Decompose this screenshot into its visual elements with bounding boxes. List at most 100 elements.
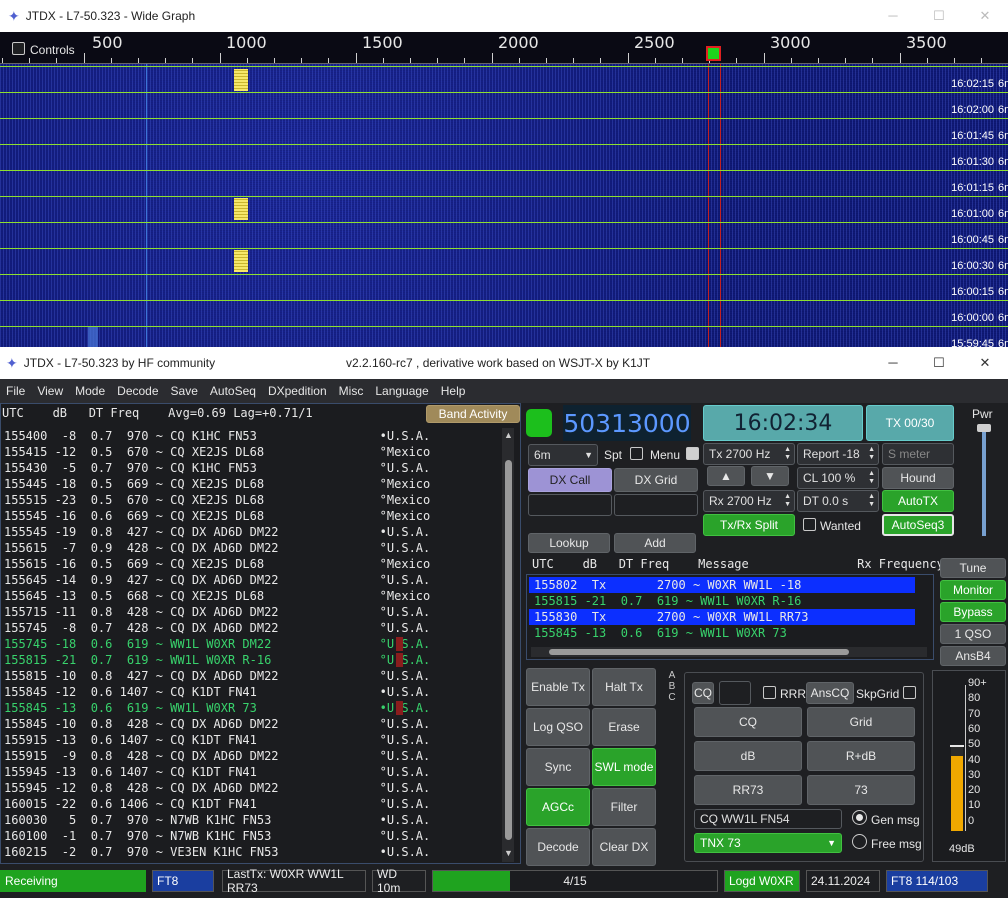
band-select[interactable]: 6m ▼ [528, 444, 598, 466]
smeter-field[interactable]: S meter [882, 443, 954, 465]
menu-save[interactable]: Save [165, 384, 204, 398]
filter-button[interactable]: Filter [592, 788, 656, 826]
tx-frequency-spin[interactable]: Tx 2700 Hz ▲ ▼ [703, 443, 795, 465]
decode-line[interactable]: 160030 5 0.7 970 ~ N7WB K1HC FN53 •U.S.A… [4, 812, 430, 828]
frequency-scale[interactable]: Controls 500 1000 1500 2000 2500 3000 35… [0, 32, 1008, 64]
band-activity-button[interactable]: Band Activity [426, 405, 520, 423]
close-icon[interactable]: ✕ [962, 8, 1008, 24]
tx-frequency-marker[interactable] [706, 46, 721, 61]
menu-autoseq[interactable]: AutoSeq [204, 384, 262, 398]
dx-grid-button[interactable]: DX Grid [614, 468, 698, 492]
decode-line[interactable]: 155945 -12 0.8 428 ~ CQ DX AD6D DM22 °U.… [4, 780, 430, 796]
decode-line[interactable]: 155445 -18 0.5 669 ~ CQ XE2JS DL68 °Mexi… [4, 476, 430, 492]
dx-grid-input[interactable] [614, 494, 698, 516]
band-activity-panel[interactable]: UTC dB DT Freq Avg=0.69 Lag=+0.71/1 Band… [0, 403, 521, 864]
power-slider[interactable] [982, 428, 986, 536]
decode-line[interactable]: 155615 -16 0.5 669 ~ CQ XE2JS DL68 °Mexi… [4, 556, 430, 572]
rx-frequency-spin[interactable]: Rx 2700 Hz ▲ ▼ [703, 490, 795, 512]
log-qso-button[interactable]: Log QSO [526, 708, 590, 746]
free-msg-select[interactable]: TNX 73 ▼ [694, 833, 842, 853]
rrr-checkbox[interactable] [763, 686, 776, 699]
decode-line[interactable]: 155745 -8 0.7 428 ~ CQ DX AD6D DM22 °U.S… [4, 620, 430, 636]
clear-dx-button[interactable]: Clear DX [592, 828, 656, 866]
decode-line[interactable]: 155545 -16 0.6 669 ~ CQ XE2JS DL68 °Mexi… [4, 508, 430, 524]
halt-tx-button[interactable]: Halt Tx [592, 668, 656, 706]
menu-file[interactable]: File [0, 384, 31, 398]
gen-msg-radio[interactable] [852, 810, 867, 825]
waterfall-display[interactable]: 16:02:15 6m 16:02:00 6m 16:01:45 6m 16:01:30 6m… [0, 64, 1008, 347]
tx-counter[interactable]: TX 00/30 [866, 405, 954, 441]
controls-checkbox[interactable] [12, 42, 25, 55]
freq-down-button[interactable]: ▼ [751, 466, 789, 486]
enable-tx-button[interactable]: Enable Tx [526, 668, 590, 706]
erase-button[interactable]: Erase [592, 708, 656, 746]
dt-spin[interactable]: DT 0.0 s ▲ ▼ [797, 490, 879, 512]
anscq-button[interactable]: AnsCQ [806, 682, 854, 704]
decode-line[interactable]: 155945 -13 0.6 1407 ~ CQ K1DT FN41 °U.S.… [4, 764, 430, 780]
free-msg-radio[interactable] [852, 834, 867, 849]
menu-language[interactable]: Language [369, 384, 434, 398]
hound-button[interactable]: Hound [882, 467, 954, 489]
decode-line[interactable]: 155845 -13 0.6 619 ~ WW1L W0XR 73 •U.S.A… [4, 700, 430, 716]
decode-line[interactable]: 155415 -12 0.5 670 ~ CQ XE2JS DL68 °Mexi… [4, 444, 430, 460]
rx-frequency-window[interactable]: 155802 Tx 2700 ~ W0XR WW1L -18 155815 -21… [526, 574, 934, 660]
msg-db-button[interactable]: dB [694, 741, 802, 771]
agcc-button[interactable]: AGCc [526, 788, 590, 826]
dial-frequency[interactable]: 50313000 [563, 405, 691, 441]
bypass-button[interactable]: Bypass [940, 602, 1006, 622]
menu-view[interactable]: View [31, 384, 69, 398]
menu-help[interactable]: Help [435, 384, 472, 398]
cq-suffix-field[interactable] [719, 681, 751, 705]
menu-checkbox[interactable] [686, 447, 699, 460]
maximize-icon[interactable]: ☐ [916, 355, 962, 371]
tune-button[interactable]: Tune [940, 558, 1006, 578]
decode-line[interactable]: 160100 -1 0.7 970 ~ N7WB K1HC FN53 °U.S.… [4, 828, 430, 844]
cq-toggle-button[interactable]: CQ [692, 682, 714, 704]
decode-line[interactable]: 155715 -11 0.8 428 ~ CQ DX AD6D DM22 °U.… [4, 604, 430, 620]
txrx-split-button[interactable]: Tx/Rx Split [703, 514, 795, 536]
decode-button[interactable]: Decode [526, 828, 590, 866]
power-slider-handle[interactable] [977, 424, 991, 432]
scrollbar-thumb[interactable] [549, 649, 849, 655]
msg-grid-button[interactable]: Grid [807, 707, 915, 737]
decode-line[interactable]: 155915 -13 0.6 1407 ~ CQ K1DT FN41 °U.S.… [4, 732, 430, 748]
menu-mode[interactable]: Mode [69, 384, 111, 398]
msg-rr73-button[interactable]: RR73 [694, 775, 802, 805]
spin-arrows-icon[interactable]: ▲ ▼ [784, 493, 791, 509]
maximize-icon[interactable]: ☐ [916, 8, 962, 24]
rx-line[interactable]: 155802 Tx 2700 ~ W0XR WW1L -18 [529, 577, 915, 593]
spin-arrows-icon[interactable]: ▲ ▼ [784, 446, 791, 462]
gen-msg-input[interactable]: CQ WW1L FN54 [694, 809, 842, 829]
decode-line[interactable]: 155545 -19 0.8 427 ~ CQ DX AD6D DM22 •U.… [4, 524, 430, 540]
menu-misc[interactable]: Misc [333, 384, 370, 398]
decode-line[interactable]: 160215 -2 0.7 970 ~ VE3EN K1HC FN53 •U.S… [4, 844, 430, 860]
freq-up-button[interactable]: ▲ [707, 466, 745, 486]
dx-call-input[interactable] [528, 494, 612, 516]
add-button[interactable]: Add [614, 533, 696, 553]
minimize-icon[interactable]: ─ [870, 355, 916, 371]
skpgrid-checkbox[interactable] [903, 686, 916, 699]
decode-line[interactable]: 155645 -14 0.9 427 ~ CQ DX AD6D DM22 °U.… [4, 572, 430, 588]
decode-line[interactable]: 160015 -22 0.6 1406 ~ CQ K1DT FN41 °U.S.… [4, 796, 430, 812]
decode-line[interactable]: 155845 -12 0.6 1407 ~ CQ K1DT FN41 •U.S.… [4, 684, 430, 700]
decode-line[interactable]: 155815 -21 0.7 619 ~ WW1L W0XR R-16 °U.S… [4, 652, 430, 668]
menu-decode[interactable]: Decode [111, 384, 164, 398]
spin-arrows-icon[interactable]: ▲ ▼ [868, 470, 875, 486]
decode-line[interactable]: 155615 -7 0.9 428 ~ CQ DX AD6D DM22 °U.S… [4, 540, 430, 556]
rx-line[interactable]: 155830 Tx 2700 ~ W0XR WW1L RR73 [529, 609, 915, 625]
scroll-down-icon[interactable]: ▼ [504, 848, 513, 858]
sync-button[interactable]: Sync [526, 748, 590, 786]
autotx-button[interactable]: AutoTX [882, 490, 954, 512]
decode-line[interactable]: 155400 -8 0.7 970 ~ CQ K1HC FN53 •U.S.A. [4, 428, 430, 444]
lookup-button[interactable]: Lookup [528, 533, 610, 553]
spin-arrows-icon[interactable]: ▲ ▼ [868, 446, 875, 462]
wanted-checkbox[interactable] [803, 518, 816, 531]
cl-spin[interactable]: CL 100 % ▲ ▼ [797, 467, 879, 489]
report-spin[interactable]: Report -18 ▲ ▼ [797, 443, 879, 465]
msg-73-button[interactable]: 73 [807, 775, 915, 805]
decode-line[interactable]: 155645 -13 0.5 668 ~ CQ XE2JS DL68 °Mexi… [4, 588, 430, 604]
one-qso-button[interactable]: 1 QSO [940, 624, 1006, 644]
minimize-icon[interactable]: ─ [870, 8, 916, 24]
close-icon[interactable]: ✕ [962, 355, 1008, 371]
scroll-up-icon[interactable]: ▲ [504, 430, 513, 440]
